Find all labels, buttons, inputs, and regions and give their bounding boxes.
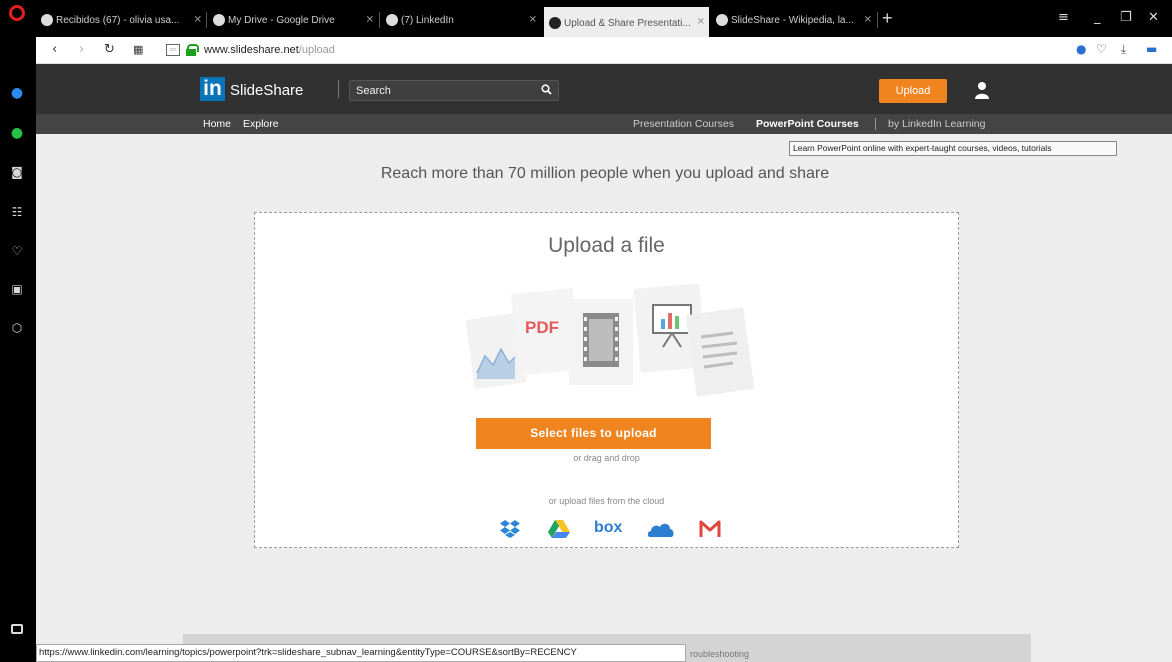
nav-powerpoint-courses[interactable]: PowerPoint Courses	[756, 118, 859, 130]
speed-dial-icon[interactable]: ☷	[8, 203, 26, 221]
tab-bar: Recibidos (67) - olivia usa... ✕ My Driv…	[36, 0, 1172, 37]
linkedin-logo[interactable]: in	[200, 77, 225, 101]
back-icon[interactable]: ‹	[52, 42, 57, 57]
troubleshooting-link[interactable]: roubleshooting	[690, 649, 749, 659]
nav-presentation-courses[interactable]: Presentation Courses	[633, 118, 734, 130]
close-window-icon[interactable]: ✕	[1148, 10, 1159, 25]
dropbox-icon[interactable]	[499, 519, 521, 539]
tab-favicon-icon	[386, 14, 398, 26]
drag-drop-hint: or drag and drop	[573, 453, 640, 463]
tab-label: (7) LinkedIn	[401, 14, 454, 26]
sub-navigation: Home Explore Presentation Courses PowerP…	[36, 114, 1172, 134]
easy-setup-icon[interactable]: ▬	[1146, 42, 1157, 56]
tab-divider	[379, 12, 380, 28]
select-files-button[interactable]: Select files to upload	[476, 418, 711, 449]
search-icon[interactable]	[541, 84, 552, 95]
tab-favicon-icon	[716, 14, 728, 26]
tab-slideshare-upload[interactable]: Upload & Share Presentati... ✕	[544, 7, 709, 37]
sidebar-toggle-icon[interactable]	[11, 624, 23, 634]
tab-favicon-icon	[549, 17, 561, 29]
history-icon[interactable]: ▣	[8, 280, 26, 298]
tab-gmail[interactable]: Recibidos (67) - olivia usa... ✕	[36, 9, 206, 31]
subnav-divider	[875, 118, 876, 130]
forward-icon[interactable]: ›	[79, 42, 84, 57]
tab-label: My Drive - Google Drive	[228, 14, 335, 26]
address-bar: ‹ › ↻ ▦ ▭ www.slideshare.net/upload ● ♡ …	[36, 37, 1172, 64]
opera-sidebar: ● ● ◙ ☷ ♡ ▣ ⬡	[0, 0, 36, 662]
upload-button[interactable]: Upload	[879, 79, 947, 103]
slideshare-brand[interactable]: SlideShare	[230, 82, 303, 99]
reload-icon[interactable]: ↻	[104, 42, 115, 57]
tab-close-icon[interactable]: ✕	[194, 15, 202, 26]
minimize-icon[interactable]: _	[1094, 10, 1101, 25]
gmail-icon[interactable]	[699, 519, 721, 539]
upload-title: Upload a file	[548, 234, 665, 257]
vpn-badge-icon[interactable]: ●	[1076, 42, 1086, 56]
tab-favicon-icon	[213, 14, 225, 26]
tab-close-icon[interactable]: ✕	[529, 15, 537, 26]
status-url-bar: https://www.linkedin.com/learning/topics…	[36, 644, 686, 662]
document-file-icon	[685, 307, 755, 397]
tab-divider	[877, 12, 878, 28]
bookmark-heart-icon[interactable]: ♡	[1096, 42, 1107, 56]
header-divider	[338, 80, 339, 98]
tab-menu-icon[interactable]: ≡	[1058, 10, 1069, 25]
cloud-providers: box	[499, 519, 729, 539]
svg-text:PDF: PDF	[525, 318, 559, 337]
tab-label: SlideShare - Wikipedia, la...	[731, 14, 854, 26]
tab-label: Upload & Share Presentati...	[564, 17, 691, 29]
onedrive-icon[interactable]	[647, 519, 675, 539]
tab-close-icon[interactable]: ✕	[697, 17, 705, 28]
nav-linkedin-learning[interactable]: by LinkedIn Learning	[888, 118, 986, 130]
box-icon[interactable]: box	[594, 519, 622, 537]
tab-divider	[206, 12, 207, 28]
search-input[interactable]	[356, 83, 526, 98]
file-types-illustration: PDF	[465, 283, 755, 397]
tab-close-icon[interactable]: ✕	[366, 15, 374, 26]
google-drive-icon[interactable]	[547, 519, 571, 539]
tab-google-drive[interactable]: My Drive - Google Drive ✕	[208, 9, 378, 31]
messenger-icon[interactable]: ●	[8, 84, 26, 102]
opera-logo-icon[interactable]	[9, 5, 25, 21]
download-icon[interactable]: ⤓	[1121, 42, 1126, 57]
user-icon[interactable]	[974, 81, 990, 99]
site-header: in SlideShare Upload	[36, 64, 1172, 114]
page-headline: Reach more than 70 million people when y…	[380, 165, 830, 182]
site-info-icon[interactable]: ▭	[166, 44, 180, 56]
nav-home[interactable]: Home	[203, 118, 231, 130]
tooltip: Learn PowerPoint online with expert-taug…	[789, 141, 1117, 156]
new-tab-button[interactable]: +	[882, 9, 893, 27]
nav-explore[interactable]: Explore	[243, 118, 279, 130]
speed-dial-grid-icon[interactable]: ▦	[133, 43, 143, 56]
snapshot-icon[interactable]: ◙	[8, 163, 26, 181]
tab-linkedin[interactable]: (7) LinkedIn ✕	[381, 9, 541, 31]
tab-wikipedia[interactable]: SlideShare - Wikipedia, la... ✕	[711, 9, 876, 31]
restore-icon[interactable]: ❐	[1120, 10, 1132, 25]
tab-label: Recibidos (67) - olivia usa...	[56, 14, 180, 26]
search-box[interactable]	[349, 80, 559, 101]
cloud-upload-hint: or upload files from the cloud	[548, 496, 665, 506]
upload-drop-zone[interactable]: Upload a file PDF Select files to upload…	[254, 212, 959, 548]
browser-window: ● ● ◙ ☷ ♡ ▣ ⬡ Recibidos (67) - olivia us…	[0, 0, 1172, 662]
lock-icon[interactable]	[186, 44, 199, 56]
video-file-icon	[569, 299, 633, 385]
heart-icon[interactable]: ♡	[8, 242, 26, 260]
tab-close-icon[interactable]: ✕	[864, 15, 872, 26]
whatsapp-icon[interactable]: ●	[8, 124, 26, 142]
extensions-icon[interactable]: ⬡	[8, 319, 26, 337]
tab-favicon-icon	[41, 14, 53, 26]
url-field[interactable]: www.slideshare.net/upload	[204, 44, 335, 56]
